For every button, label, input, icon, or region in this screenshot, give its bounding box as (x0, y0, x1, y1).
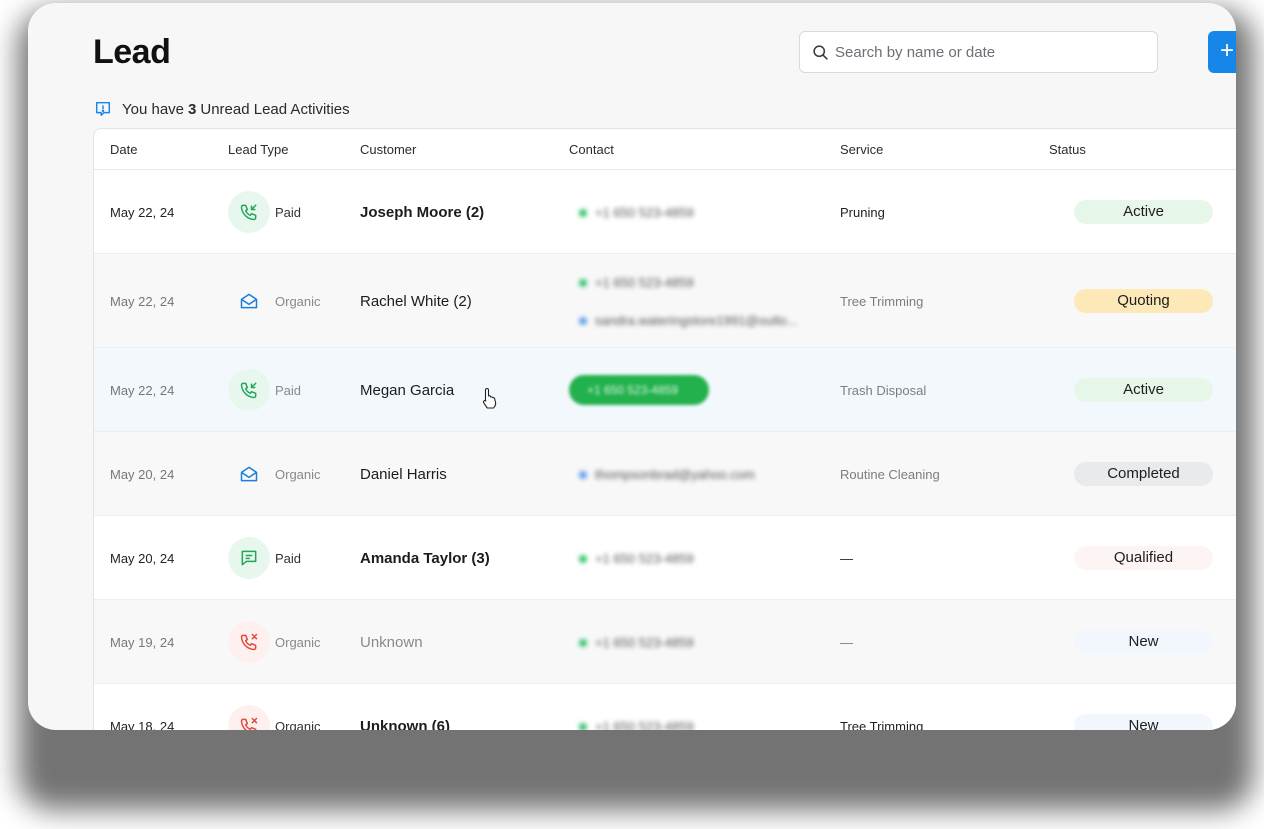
phone-icon (579, 278, 587, 287)
row-contact[interactable]: +1 650 523-4859 (579, 551, 694, 566)
table-row[interactable]: May 19, 24 Organic Unknown +1 650 523-48… (94, 600, 1236, 684)
row-service: Tree Trimming (840, 719, 924, 730)
row-lead-type: Organic (275, 467, 321, 482)
row-date: May 22, 24 (110, 294, 175, 309)
contact-phone: +1 650 523-4859 (595, 719, 694, 730)
row-contact-email[interactable]: sandra.wateringstore1991@outlo... (579, 313, 798, 328)
column-customer[interactable]: Customer (360, 142, 416, 157)
column-status[interactable]: Status (1049, 142, 1086, 157)
row-date: May 18, 24 (110, 719, 175, 730)
contact-phone: +1 650 523-4859 (595, 551, 694, 566)
row-customer[interactable]: Amanda Taylor (3) (360, 550, 490, 567)
row-customer[interactable]: Joseph Moore (2) (360, 204, 484, 221)
phone-icon (579, 554, 587, 563)
search-box[interactable] (799, 31, 1158, 73)
unread-notice[interactable]: You have 3 Unread Lead Activities (94, 100, 350, 118)
leads-table: Date Lead Type Customer Contact Service … (93, 128, 1236, 730)
column-date[interactable]: Date (110, 142, 137, 157)
row-contact[interactable]: +1 650 523-4859 (579, 275, 694, 290)
info-icon (95, 101, 111, 117)
row-lead-type: Paid (275, 383, 302, 398)
row-contact[interactable]: +1 650 523-4859 (579, 719, 694, 730)
row-customer[interactable]: Unknown (360, 634, 423, 651)
chat-message-icon (228, 537, 270, 579)
row-date: May 20, 24 (110, 551, 175, 566)
row-customer[interactable]: Unknown (6) (360, 718, 450, 730)
table-row[interactable]: May 20, 24 Organic Daniel Harris thompso… (94, 432, 1236, 516)
row-customer[interactable]: Megan Garcia (360, 382, 454, 399)
status-badge: Qualified (1074, 546, 1213, 570)
phone-icon (579, 638, 587, 647)
row-date: May 19, 24 (110, 635, 175, 650)
contact-phone: +1 650 523-4859 (595, 635, 694, 650)
phone-icon (579, 208, 587, 217)
row-date: May 20, 24 (110, 467, 175, 482)
email-icon (579, 316, 587, 325)
row-lead-type: Organic (275, 635, 321, 650)
contact-email: thompsonbrad@yahoo.com (595, 467, 755, 482)
phone-icon (579, 722, 587, 730)
table-header: Date Lead Type Customer Contact Service … (94, 129, 1236, 170)
status-badge: Active (1074, 378, 1213, 402)
row-service: Pruning (840, 205, 885, 220)
unread-suffix: Unread Lead Activities (200, 100, 350, 118)
page-title: Lead (93, 33, 171, 71)
contact-email: sandra.wateringstore1991@outlo... (595, 313, 798, 328)
table-row[interactable]: May 22, 24 Paid Joseph Moore (2) +1 650 … (94, 170, 1236, 254)
status-badge: Quoting (1074, 289, 1213, 313)
search-input[interactable] (835, 43, 1135, 61)
row-service: Routine Cleaning (840, 467, 940, 482)
unread-count: 3 (188, 100, 197, 118)
phone-missed-icon (228, 621, 270, 663)
table-row[interactable]: May 22, 24 Organic Rachel White (2) +1 6… (94, 254, 1236, 348)
mail-open-icon (228, 453, 270, 495)
status-badge: Active (1074, 200, 1213, 224)
phone-missed-icon (228, 705, 270, 730)
row-contact[interactable]: +1 650 523-4859 (579, 205, 694, 220)
row-contact[interactable]: thompsonbrad@yahoo.com (579, 467, 755, 482)
contact-phone: +1 650 523-4859 (587, 383, 679, 397)
column-lead-type[interactable]: Lead Type (228, 142, 288, 157)
mail-open-icon (228, 280, 270, 322)
row-customer[interactable]: Daniel Harris (360, 466, 447, 483)
row-date: May 22, 24 (110, 383, 175, 398)
table-row[interactable]: May 20, 24 Paid Amanda Taylor (3) +1 650… (94, 516, 1236, 600)
row-contact[interactable]: +1 650 523-4859 (579, 635, 694, 650)
contact-phone: +1 650 523-4859 (595, 205, 694, 220)
row-lead-type: Paid (275, 205, 302, 220)
phone-incoming-icon (228, 191, 270, 233)
row-lead-type: Organic (275, 294, 321, 309)
row-lead-type: Organic (275, 719, 321, 730)
status-badge: New (1074, 630, 1213, 654)
add-lead-button[interactable]: + (1208, 31, 1236, 73)
search-icon (813, 44, 828, 60)
table-row[interactable]: May 18, 24 Organic Unknown (6) +1 650 52… (94, 684, 1236, 730)
contact-phone: +1 650 523-4859 (595, 275, 694, 290)
row-date: May 22, 24 (110, 205, 175, 220)
app-window: Lead + You have 3 Unread Lead Activities… (28, 3, 1236, 730)
column-contact[interactable]: Contact (569, 142, 614, 157)
row-customer[interactable]: Rachel White (2) (360, 293, 472, 310)
hand-pointer-icon (482, 387, 497, 409)
phone-incoming-icon (228, 369, 270, 411)
status-badge: New (1074, 714, 1213, 730)
email-icon (579, 470, 587, 479)
row-service: Tree Trimming (840, 294, 924, 309)
table-row[interactable]: May 22, 24 Paid Megan Garcia +1 650 523-… (94, 348, 1236, 432)
row-lead-type: Paid (275, 551, 302, 566)
row-service: — (840, 551, 853, 566)
unread-prefix: You have (122, 100, 185, 118)
column-service[interactable]: Service (840, 142, 883, 157)
status-badge: Completed (1074, 462, 1213, 486)
call-button[interactable]: +1 650 523-4859 (569, 375, 709, 405)
row-service: — (840, 635, 853, 650)
row-service: Trash Disposal (840, 383, 927, 398)
